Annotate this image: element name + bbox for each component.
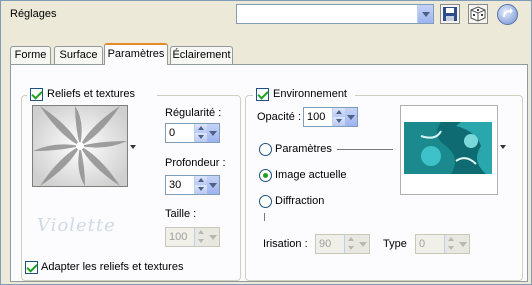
- dice-icon: [470, 6, 486, 22]
- watermark-signature: Violette: [37, 215, 116, 236]
- save-button[interactable]: [440, 4, 460, 24]
- reset-button[interactable]: [497, 4, 518, 25]
- spin-up-icon[interactable]: [195, 176, 207, 185]
- chevron-down-icon[interactable]: [207, 124, 219, 142]
- type-field[interactable]: 0: [415, 234, 470, 254]
- reliefs-header: Reliefs et textures: [27, 87, 157, 103]
- regularite-value: 0: [169, 127, 176, 139]
- radio-diffraction[interactable]: [259, 195, 272, 208]
- radio-parametres-label: Paramètres: [275, 143, 332, 155]
- floppy-disk-icon: [443, 7, 457, 21]
- adapter-checkbox[interactable]: [25, 261, 38, 274]
- opacite-spinner[interactable]: [332, 108, 345, 126]
- chevron-down-icon[interactable]: [207, 228, 219, 246]
- taille-value: 100: [169, 231, 188, 243]
- spin-down-icon[interactable]: [195, 133, 207, 142]
- type-value: 0: [419, 238, 426, 250]
- presets-label: Réglages: [10, 8, 57, 20]
- parametres-line: [337, 149, 393, 150]
- type-label: Type: [383, 238, 407, 250]
- tab-panel: Reliefs et textures Régularité: 0 Profo…: [10, 64, 528, 282]
- texture-dropdown-icon[interactable]: [130, 145, 136, 149]
- environment-preview[interactable]: [400, 105, 498, 195]
- swirl-texture-image: [33, 106, 127, 186]
- taille-field[interactable]: 100: [165, 227, 220, 247]
- irisation-value: 90: [319, 238, 332, 250]
- environment-label: Environnement: [273, 88, 347, 100]
- spin-down-icon[interactable]: [333, 117, 345, 126]
- tab-forme[interactable]: Forme: [10, 46, 51, 64]
- spin-up-icon[interactable]: [345, 235, 357, 244]
- environment-image: [401, 106, 497, 194]
- radio-image-label: Image actuelle: [275, 169, 347, 181]
- profondeur-field[interactable]: 30: [165, 175, 220, 195]
- regularite-label: Régularité :: [165, 107, 222, 119]
- environment-checkbox[interactable]: [256, 88, 269, 101]
- diffraction-tick: [264, 213, 265, 221]
- tab-eclairement[interactable]: Éclairement: [170, 46, 233, 64]
- spin-up-icon[interactable]: [195, 124, 207, 133]
- profondeur-label: Profondeur :: [165, 157, 226, 169]
- reliefs-checkbox[interactable]: [30, 88, 43, 101]
- preset-combo[interactable]: [236, 4, 434, 24]
- texture-preview[interactable]: [32, 105, 128, 187]
- chevron-down-icon[interactable]: [457, 235, 469, 253]
- taille-label: Taille :: [165, 208, 197, 220]
- adapter-label: Adapter les reliefs et textures: [41, 261, 184, 273]
- chevron-down-icon[interactable]: [345, 108, 357, 126]
- spin-up-icon[interactable]: [195, 228, 207, 237]
- profondeur-spinner[interactable]: [194, 176, 207, 194]
- spin-down-icon[interactable]: [445, 244, 457, 253]
- tab-parametres[interactable]: Paramètres: [104, 43, 168, 65]
- regularite-field[interactable]: 0: [165, 123, 220, 143]
- radio-diffraction-label: Diffraction: [275, 195, 325, 207]
- environment-dropdown-icon[interactable]: [500, 145, 506, 149]
- randomize-button[interactable]: [468, 4, 488, 24]
- chevron-down-icon[interactable]: [417, 5, 433, 23]
- chevron-down-icon[interactable]: [207, 176, 219, 194]
- profondeur-value: 30: [169, 179, 182, 191]
- reliefs-label: Reliefs et textures: [47, 88, 136, 100]
- regularite-spinner[interactable]: [194, 124, 207, 142]
- spin-up-icon[interactable]: [333, 108, 345, 117]
- environment-header: Environnement: [253, 87, 355, 103]
- spin-down-icon[interactable]: [195, 237, 207, 246]
- taille-spinner[interactable]: [194, 228, 207, 246]
- chevron-down-icon[interactable]: [357, 235, 369, 253]
- opacite-label: Opacité :: [257, 111, 302, 123]
- tab-surface[interactable]: Surface: [54, 46, 103, 64]
- irisation-spinner[interactable]: [344, 235, 357, 253]
- radio-parametres[interactable]: [259, 143, 272, 156]
- spin-down-icon[interactable]: [345, 244, 357, 253]
- opacite-value: 100: [307, 111, 326, 123]
- radio-image-actuelle[interactable]: [259, 169, 272, 182]
- irisation-label: Irisation :: [263, 238, 308, 250]
- irisation-field[interactable]: 90: [315, 234, 370, 254]
- opacite-field[interactable]: 100: [303, 107, 358, 127]
- type-spinner[interactable]: [444, 235, 457, 253]
- reset-arrow-icon: [503, 8, 513, 18]
- spin-up-icon[interactable]: [445, 235, 457, 244]
- spin-down-icon[interactable]: [195, 185, 207, 194]
